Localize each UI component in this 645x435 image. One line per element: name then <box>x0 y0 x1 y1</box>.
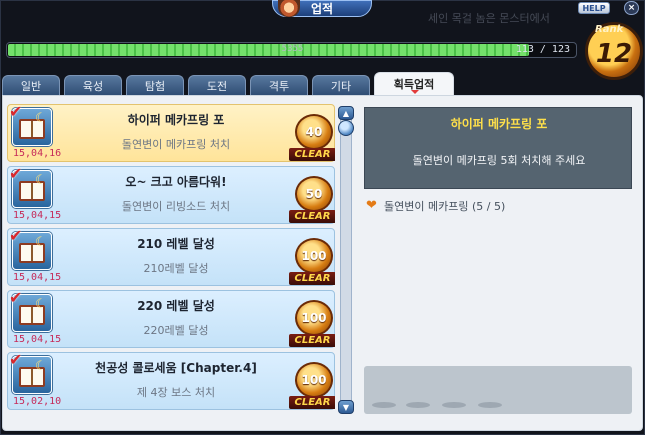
tab-label: 도전 <box>206 79 228 93</box>
check-heart-icon: ❤ <box>366 198 377 213</box>
points-medal: 100 <box>295 362 333 398</box>
rank-label: Rank <box>595 24 624 35</box>
achievement-date: 15,02,10 <box>13 396 62 407</box>
tab-6[interactable]: 기타 <box>312 75 370 95</box>
achievement-list: ☾ ✔ 15,04,16 하이퍼 메카프링 포 돌연변이 메카프링 처치 40 CLEAR ☾… <box>7 104 335 416</box>
checkmark-icon: ✔ <box>9 226 23 245</box>
achievement-row[interactable]: ☾ ✔ 15,04,15 오~ 크고 아름다워! 돌연변이 리빙소드 처치 50 CLEAR <box>7 164 335 224</box>
achievement-title: 220 레벨 달성 <box>137 299 215 313</box>
achievement-progress-bar: 5355 113 / 123 <box>6 42 577 58</box>
points-medal: 40 <box>295 114 333 150</box>
reward-slot <box>442 402 466 408</box>
tab-label: 탐험 <box>144 79 166 93</box>
points-medal: 100 <box>295 300 333 336</box>
rank-value: 12 <box>595 39 633 69</box>
requirement-text: 돌연변이 메카프링 (5 / 5) <box>384 200 506 213</box>
moon-icon: ☾ <box>35 297 47 312</box>
achievement-row[interactable]: ☾ ✔ 15,04,15 220 레벨 달성 220레벨 달성 100 CLEAR <box>7 288 335 348</box>
achievement-date: 15,04,15 <box>13 210 62 221</box>
achievement-description: 210레벨 달성 <box>143 262 209 275</box>
achievement-description: 220레벨 달성 <box>143 324 209 337</box>
achievement-description: 돌연변이 리빙소드 처치 <box>121 200 231 213</box>
scroll-up-button[interactable]: ▲ <box>338 106 354 120</box>
points-medal: 100 <box>295 238 333 274</box>
close-button[interactable]: × <box>624 1 639 15</box>
scroll-down-button[interactable]: ▼ <box>338 400 354 414</box>
help-button[interactable]: HELP <box>578 2 610 14</box>
scroll-thumb[interactable] <box>338 120 354 136</box>
achievement-description: 제 4장 보스 처치 <box>136 386 216 399</box>
detail-description: 돌연변이 메카프링 5회 처치해 주세요 <box>412 154 586 167</box>
moon-icon: ☾ <box>35 111 47 126</box>
reward-slot <box>478 402 502 408</box>
moon-icon: ☾ <box>35 359 47 374</box>
moon-icon: ☾ <box>35 235 47 250</box>
tab-label: 격투 <box>268 79 290 93</box>
checkmark-icon: ✔ <box>9 350 23 369</box>
requirement-row: ❤ 돌연변이 메카프링 (5 / 5) <box>366 198 505 214</box>
active-tab-arrow-icon <box>411 90 419 94</box>
points-medal: 50 <box>295 176 333 212</box>
tab-4[interactable]: 도전 <box>188 75 246 95</box>
tab-label: 육성 <box>82 79 104 93</box>
reward-slot <box>406 402 430 408</box>
achievement-row[interactable]: ☾ ✔ 15,04,15 210 레벨 달성 210레벨 달성 100 CLEAR <box>7 226 335 286</box>
tab-label: 일반 <box>20 79 42 93</box>
checkmark-icon: ✔ <box>9 104 23 121</box>
tab-3[interactable]: 탐험 <box>126 75 184 95</box>
tab-1[interactable]: 일반 <box>2 75 60 95</box>
clear-badge: CLEAR <box>289 396 335 409</box>
background-chat-text: 세인 목걸 놈은 몬스터에서 <box>428 12 550 25</box>
tab-label: 기타 <box>330 79 352 93</box>
achievement-title: 210 레벨 달성 <box>137 237 215 251</box>
progress-score: 5355 <box>281 44 304 54</box>
reward-box <box>364 366 632 414</box>
tab-2[interactable]: 육성 <box>64 75 122 95</box>
checkmark-icon: ✔ <box>9 288 23 307</box>
clear-badge: CLEAR <box>289 272 335 285</box>
achievement-row[interactable]: ☾ ✔ 15,04,16 하이퍼 메카프링 포돌연변이 메카프링 처치 40 CLEAR <box>7 104 335 162</box>
clear-badge: CLEAR <box>289 148 335 161</box>
clear-badge: CLEAR <box>289 334 335 347</box>
clear-badge: CLEAR <box>289 210 335 223</box>
list-scrollbar[interactable] <box>340 106 352 414</box>
achievement-title: 하이퍼 메카프링 포 <box>127 113 225 127</box>
achievement-date: 15,04,15 <box>13 272 62 283</box>
detail-title: 하이퍼 메카프링 포 <box>450 117 548 131</box>
achievement-row[interactable]: ☾ ✔ 15,02,10 천공성 콜로세움 [Chapter.4] 제 4장 보스 처치… <box>7 350 335 410</box>
moon-icon: ☾ <box>35 173 47 188</box>
reward-slot <box>372 402 396 408</box>
achievement-title: 천공성 콜로세움 [Chapter.4] <box>95 361 257 375</box>
progress-count: 113 / 123 <box>515 44 570 55</box>
checkmark-icon: ✔ <box>9 164 23 183</box>
achievement-description: 돌연변이 메카프링 처치 <box>121 138 231 151</box>
achievement-date: 15,04,15 <box>13 334 62 345</box>
achievement-title: 오~ 크고 아름다워! <box>125 175 227 189</box>
detail-header: 하이퍼 메카프링 포 돌연변이 메카프링 5회 처치해 주세요 <box>364 107 632 189</box>
achievement-date: 15,04,16 <box>13 148 62 159</box>
tab-5[interactable]: 격투 <box>250 75 308 95</box>
tab-7[interactable]: 획득업적 <box>374 72 454 95</box>
